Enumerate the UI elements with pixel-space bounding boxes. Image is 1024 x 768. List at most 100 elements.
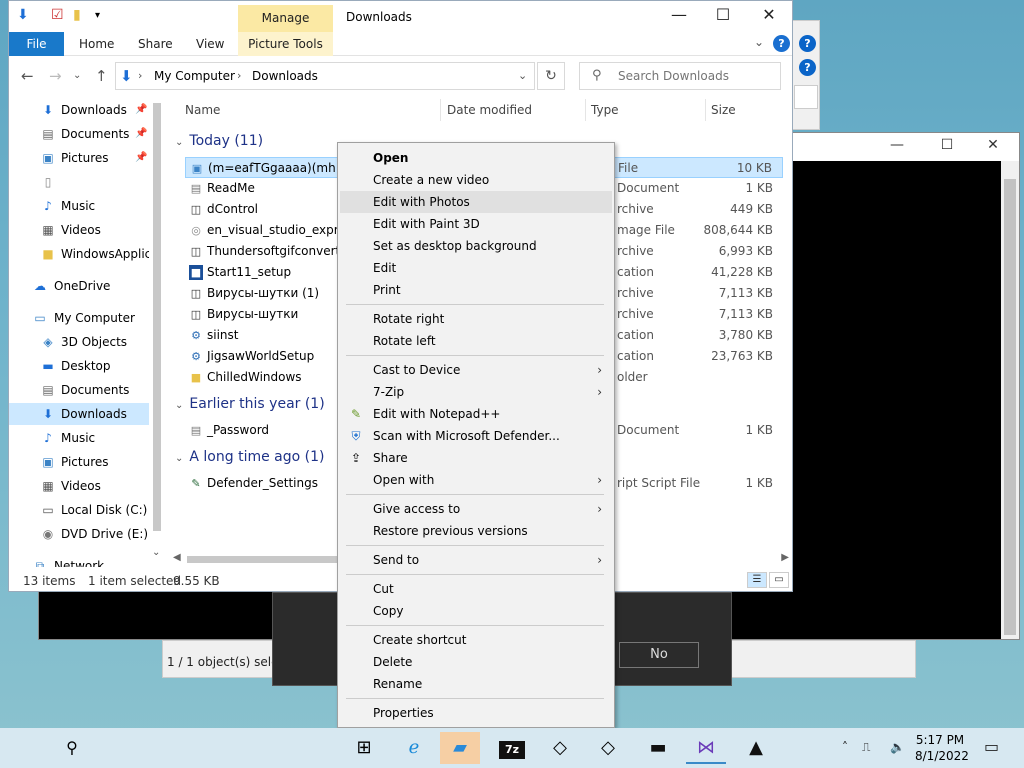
- up-arrow-icon[interactable]: ↑: [95, 67, 108, 85]
- menu-item-rotate-left[interactable]: Rotate left: [340, 330, 612, 352]
- column-header-date[interactable]: Date modified: [447, 95, 532, 125]
- nav-scrollbar[interactable]: ⌄: [149, 95, 165, 567]
- minimize-icon[interactable]: —: [877, 137, 917, 153]
- tab-manage[interactable]: Manage: [238, 5, 333, 32]
- column-header-size[interactable]: Size: [711, 95, 736, 125]
- search-input[interactable]: [618, 67, 776, 85]
- menu-item-give-access[interactable]: Give access to ›: [340, 498, 612, 520]
- menu-item-edit[interactable]: Edit: [340, 257, 612, 279]
- chevron-up-icon[interactable]: ˄: [842, 740, 848, 754]
- menu-item-scan-defender[interactable]: ⛨ Scan with Microsoft Defender...: [340, 425, 612, 447]
- sevenzip-icon[interactable]: 7z: [492, 732, 532, 764]
- details-view-icon[interactable]: ☰: [747, 572, 767, 588]
- sidebar-item-windowsapplica[interactable]: ■ WindowsApplica: [9, 243, 149, 265]
- edge-icon[interactable]: ℯ: [394, 732, 434, 764]
- chevron-left-icon[interactable]: ◀: [173, 552, 181, 563]
- help-icon[interactable]: ?: [799, 35, 816, 52]
- menu-item-cast-to-device[interactable]: Cast to Device ›: [340, 359, 612, 381]
- menu-item-print[interactable]: Print: [340, 279, 612, 301]
- column-header-name[interactable]: Name: [185, 95, 220, 125]
- sidebar-item-documents-2[interactable]: ▤ Documents: [9, 379, 149, 401]
- tab-file[interactable]: File: [9, 32, 64, 56]
- sidebar-item-music[interactable]: ♪ Music: [9, 195, 149, 217]
- sidebar-item-3d-objects[interactable]: ◈ 3D Objects: [9, 331, 149, 353]
- breadcrumb-my-computer[interactable]: My Computer: [154, 69, 235, 83]
- menu-item-rename[interactable]: Rename: [340, 673, 612, 695]
- menu-item-open[interactable]: Open: [340, 147, 612, 169]
- sidebar-item-pictures-2[interactable]: ▣ Pictures: [9, 451, 149, 473]
- minimize-icon[interactable]: —: [657, 5, 701, 24]
- chevron-down-icon[interactable]: ⌄: [152, 547, 160, 558]
- properties-icon[interactable]: ☑: [51, 7, 64, 23]
- clock[interactable]: 5:17 PM 8/1/2022: [915, 732, 969, 764]
- breadcrumb-downloads[interactable]: Downloads: [252, 69, 318, 83]
- close-icon[interactable]: ✕: [747, 5, 791, 24]
- unity-icon[interactable]: ◇: [588, 732, 628, 764]
- menu-item-delete[interactable]: Delete: [340, 651, 612, 673]
- menu-item-send-to[interactable]: Send to ›: [340, 549, 612, 571]
- sidebar-item-onedrive[interactable]: ☁ OneDrive: [9, 275, 149, 297]
- address-bar[interactable]: ⬇ › My Computer › Downloads ⌄: [115, 62, 535, 90]
- menu-item-set-desktop-background[interactable]: Set as desktop background: [340, 235, 612, 257]
- refresh-button[interactable]: ↻: [537, 62, 565, 90]
- menu-item-edit-with-photos[interactable]: Edit with Photos: [340, 191, 612, 213]
- tab-picture-tools[interactable]: Picture Tools: [238, 32, 333, 56]
- sidebar-item-downloads-2[interactable]: ⬇ Downloads: [9, 403, 149, 425]
- visual-studio-icon[interactable]: ⋈: [686, 732, 726, 764]
- menu-item-rotate-right[interactable]: Rotate right: [340, 308, 612, 330]
- sidebar-item-videos[interactable]: ▦ Videos: [9, 219, 149, 241]
- chevron-right-icon[interactable]: ›: [138, 69, 142, 82]
- sidebar-item-downloads[interactable]: ⬇ Downloads 📌: [9, 99, 149, 121]
- sidebar-item-local-disk[interactable]: ▭ Local Disk (C:): [9, 499, 149, 521]
- terminal-icon[interactable]: ▬: [638, 732, 678, 764]
- sidebar-item-music-2[interactable]: ♪ Music: [9, 427, 149, 449]
- menu-item-properties[interactable]: Properties: [340, 702, 612, 724]
- maximize-icon[interactable]: ☐: [701, 5, 745, 24]
- tab-view[interactable]: View: [196, 32, 224, 56]
- column-header-type[interactable]: Type: [591, 95, 619, 125]
- menu-item-create-shortcut[interactable]: Create shortcut: [340, 629, 612, 651]
- sidebar-item-desktop[interactable]: ▬ Desktop: [9, 355, 149, 377]
- new-folder-icon[interactable]: ▮: [73, 7, 81, 23]
- sidebar-item-network[interactable]: ⧉ Network: [9, 555, 149, 567]
- menu-item-copy[interactable]: Copy: [340, 600, 612, 622]
- back-arrow-icon[interactable]: ←: [21, 67, 34, 85]
- forward-arrow-icon[interactable]: →: [49, 67, 62, 85]
- network-icon[interactable]: ⎍: [862, 740, 870, 755]
- start-menu-icon[interactable]: ⊞: [344, 732, 384, 764]
- customize-quick-access-icon[interactable]: ▾: [95, 10, 100, 21]
- download-icon[interactable]: ⬇: [17, 7, 29, 23]
- notification-icon[interactable]: ▭: [984, 737, 999, 756]
- sidebar-item-pictures[interactable]: ▣ Pictures 📌: [9, 147, 149, 169]
- search-icon[interactable]: ⚲: [52, 732, 92, 764]
- volume-icon[interactable]: 🔈: [890, 740, 905, 754]
- chevron-down-icon[interactable]: ⌄: [518, 69, 527, 82]
- menu-item-create-video[interactable]: Create a new video: [340, 169, 612, 191]
- chevron-right-icon[interactable]: ›: [237, 69, 241, 82]
- expand-ribbon-icon[interactable]: ⌄: [754, 35, 764, 49]
- menu-item-edit-notepadpp[interactable]: ✎ Edit with Notepad++: [340, 403, 612, 425]
- menu-item-7zip[interactable]: 7-Zip ›: [340, 381, 612, 403]
- sidebar-item-dvd-drive[interactable]: ◉ DVD Drive (E:) VS: [9, 523, 149, 545]
- search-box[interactable]: ⚲: [579, 62, 781, 90]
- explorer-taskbar-icon[interactable]: ▰: [440, 732, 480, 764]
- menu-item-restore-versions[interactable]: Restore previous versions: [340, 520, 612, 542]
- recent-locations-icon[interactable]: ⌄: [73, 70, 81, 81]
- no-button[interactable]: No: [619, 642, 699, 668]
- scrollbar-thumb[interactable]: [153, 103, 161, 531]
- menu-item-cut[interactable]: Cut: [340, 578, 612, 600]
- help-icon[interactable]: ?: [799, 59, 816, 76]
- unity-icon[interactable]: ◇: [540, 732, 580, 764]
- chevron-right-icon[interactable]: ▶: [781, 552, 789, 563]
- maximize-icon[interactable]: ☐: [927, 137, 967, 153]
- sidebar-item-documents[interactable]: ▤ Documents 📌: [9, 123, 149, 145]
- sidebar-item-videos-2[interactable]: ▦ Videos: [9, 475, 149, 497]
- console-scrollbar[interactable]: [1001, 161, 1019, 639]
- menu-item-edit-with-paint3d[interactable]: Edit with Paint 3D: [340, 213, 612, 235]
- menu-item-share[interactable]: ⇪ Share: [340, 447, 612, 469]
- menu-item-open-with[interactable]: Open with ›: [340, 469, 612, 491]
- tab-share[interactable]: Share: [138, 32, 173, 56]
- image-viewer-icon[interactable]: ▲: [736, 732, 776, 764]
- close-icon[interactable]: ✕: [973, 137, 1013, 153]
- sidebar-item-blank[interactable]: ▯: [9, 171, 149, 193]
